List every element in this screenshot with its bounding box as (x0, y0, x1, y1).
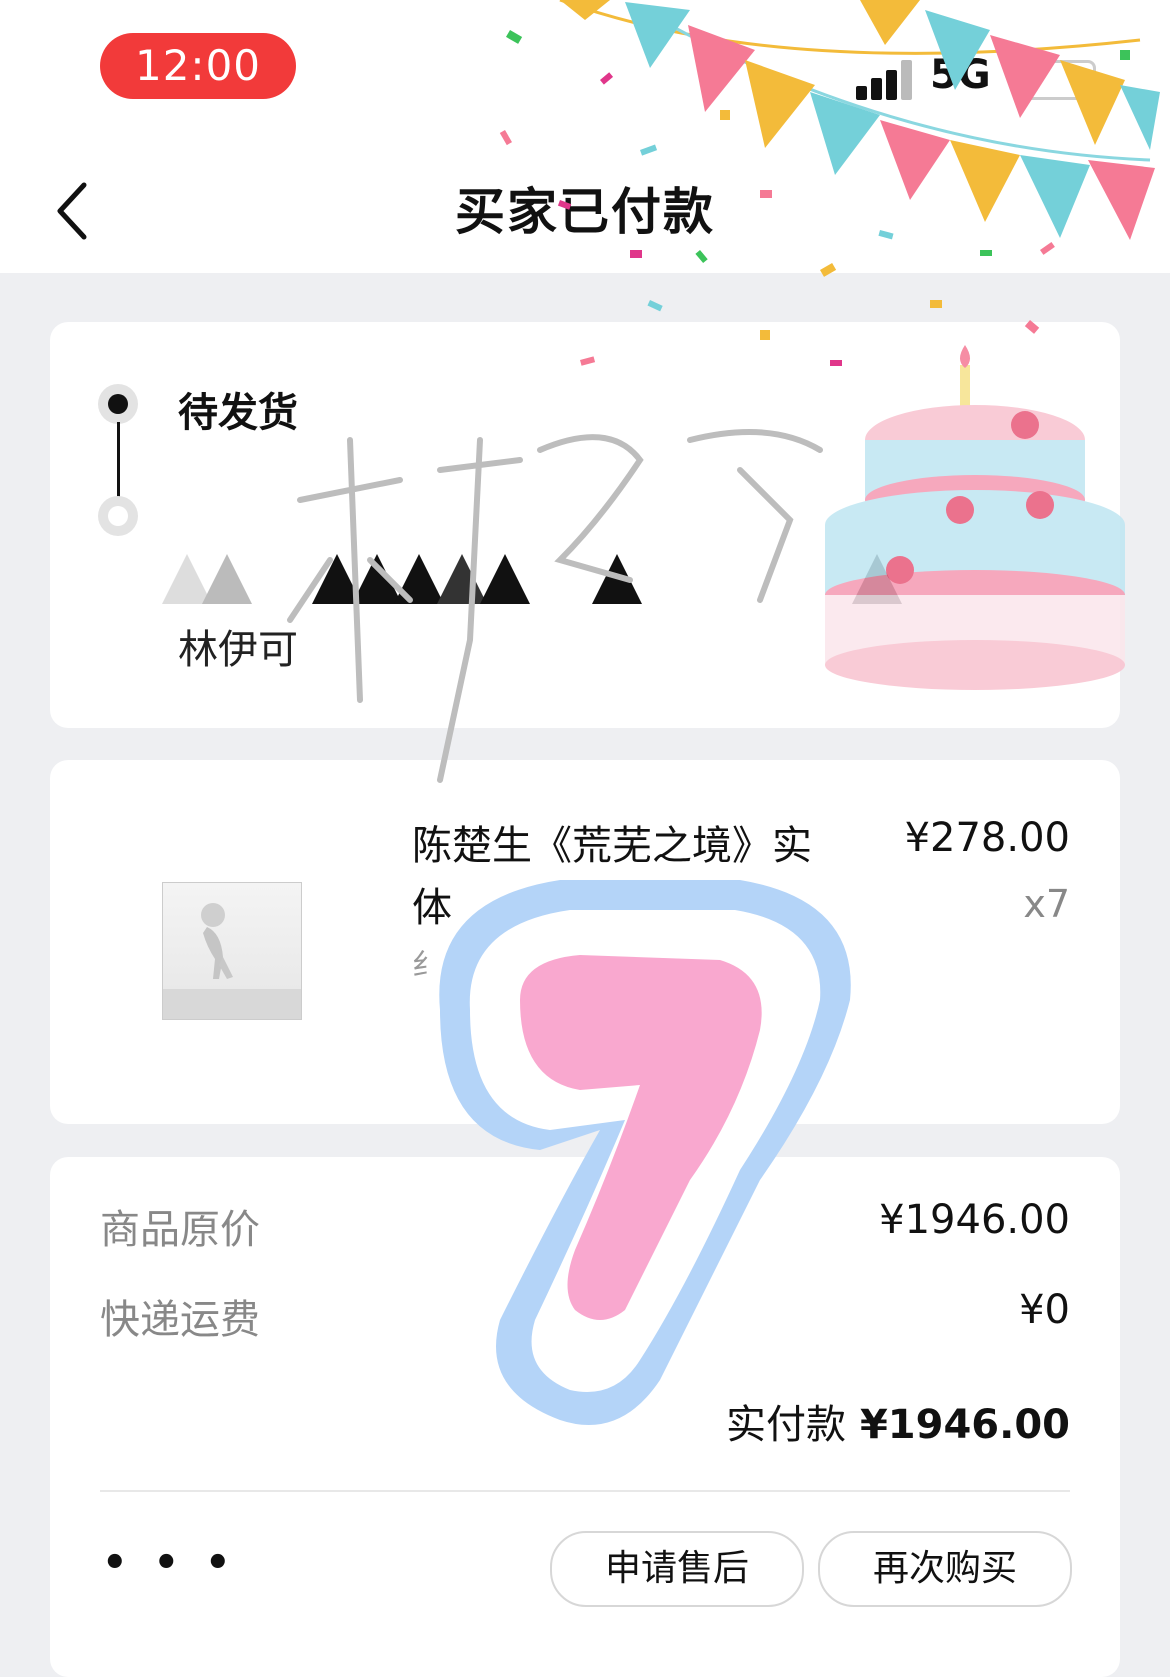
figure-icon (201, 903, 233, 979)
product-image (162, 882, 302, 1020)
timeline-dot-active (98, 384, 138, 424)
product-price: ¥278.00 (904, 815, 1070, 861)
shipping-label: 快递运费 (100, 1297, 260, 1343)
signal-icon (856, 58, 916, 100)
paid-label: 实付款 (725, 1402, 846, 1448)
page-title: 买家已付款 (455, 183, 715, 241)
buy-again-button[interactable]: 再次购买 (818, 1531, 1072, 1607)
product-card[interactable]: 陈楚生《荒芜之境》实体 纟 ¥278.00 x7 (50, 760, 1120, 1124)
original-price-label: 商品原价 (100, 1207, 260, 1253)
paid-value: ¥1946.00 (859, 1402, 1070, 1448)
product-title: 陈楚生《荒芜之境》实体 (412, 823, 812, 931)
timeline-dot-idle (98, 496, 138, 536)
network-type: 5G (930, 52, 991, 98)
divider (100, 1490, 1070, 1492)
status-time: 12:00 (100, 33, 296, 99)
shipping-value: ¥0 (1019, 1287, 1070, 1333)
redacted-address (162, 554, 902, 604)
more-button[interactable]: • • • (102, 1543, 237, 1583)
paid-amount: 实付款 ¥1946.00 (726, 1392, 1070, 1450)
product-spec: 纟 (412, 948, 442, 983)
price-summary-card: 商品原价 ¥1946.00 快递运费 ¥0 实付款 ¥1946.00 • • • … (50, 1157, 1120, 1677)
order-status-card: 待发货 林伊可 (50, 322, 1120, 728)
battery-icon (1020, 60, 1096, 100)
original-price-value: ¥1946.00 (879, 1197, 1070, 1243)
status-step-label: 待发货 (178, 390, 298, 436)
top-bar: 12:00 5G 买家已付款 (0, 0, 1170, 273)
recipient-name: 林伊可 (178, 627, 298, 673)
after-sale-button[interactable]: 申请售后 (550, 1531, 804, 1607)
product-quantity: x7 (1023, 882, 1070, 926)
